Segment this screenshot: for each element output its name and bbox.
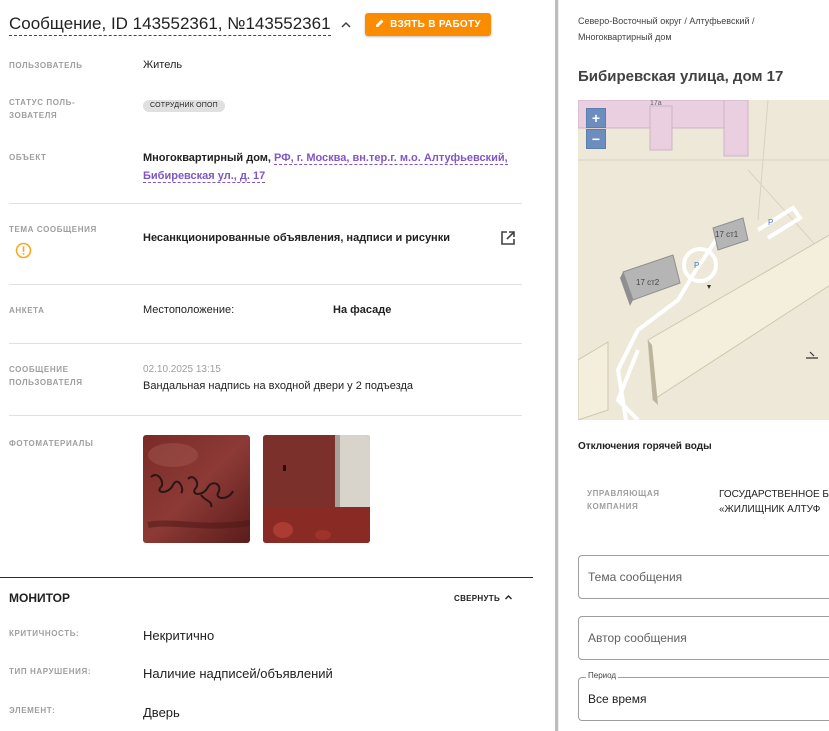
divider [9, 284, 522, 285]
object-label: ОБЪЕКТ [9, 153, 47, 162]
open-external-icon[interactable] [500, 230, 516, 246]
message-text: Вандальная надпись на входной двери у 2 … [143, 380, 413, 392]
management-company-value-line1: ГОСУДАРСТВЕННОЕ Б [719, 489, 829, 500]
period-value: Все время [588, 692, 647, 706]
message-label: СООБЩЕНИЕ ПОЛЬЗОВАТЕЛЯ [9, 363, 83, 389]
take-to-work-button[interactable]: ВЗЯТЬ В РАБОТУ [365, 13, 491, 36]
survey-label: АНКЕТА [9, 306, 45, 315]
breadcrumb: Северо-Восточный округ / Алтуфьевский / … [578, 13, 818, 45]
hot-water-outages-title: Отключения горячей воды [578, 441, 712, 452]
object-type: Многоквартирный дом, [143, 152, 275, 164]
map[interactable]: 17а 17 ст1 17 ст2 P P + − [578, 100, 829, 420]
element-label: ЭЛЕМЕНТ: [9, 706, 56, 715]
user-status-label-line2: ЗОВАТЕЛЯ [9, 111, 58, 120]
map-label-17st1: 17 ст1 [715, 230, 739, 239]
monitor-title: МОНИТОР [9, 591, 70, 605]
user-status-value: СОТРУДНИК ОПОП [143, 95, 225, 113]
period-select[interactable]: Все время [578, 677, 829, 721]
object-address-title: Бибиревская улица, дом 17 [578, 68, 784, 85]
object-panel: Северо-Восточный округ / Алтуфьевский / … [559, 0, 829, 731]
criticality-value: Некритично [143, 628, 215, 643]
photos-label: ФОТОМАТЕРИАЛЫ [9, 439, 94, 448]
object-address-link-2[interactable]: Бибиревская ул., д. 17 [143, 170, 266, 183]
take-to-work-label: ВЗЯТЬ В РАБОТУ [390, 19, 481, 30]
photo-thumbnail-2[interactable] [263, 435, 370, 543]
topic-value: Несанкционированные объявления, надписи … [143, 232, 450, 244]
pencil-icon [375, 18, 385, 31]
divider [9, 203, 522, 204]
divider [9, 415, 522, 416]
management-company-label-line1: УПРАВЛЯЮЩАЯ [587, 489, 660, 498]
breadcrumb-line2[interactable]: Многоквартирный дом [578, 29, 818, 45]
object-address-link-1[interactable]: РФ, г. Москва, вн.тер.г. м.о. Алтуфьевск… [274, 152, 508, 165]
object-value: Многоквартирный дом, РФ, г. Москва, вн.т… [143, 149, 513, 185]
user-status-label: СТАТУС ПОЛЬ- ЗОВАТЕЛЯ [9, 96, 75, 122]
status-badge: СОТРУДНИК ОПОП [143, 100, 225, 112]
violation-type-label: ТИП НАРУШЕНИЯ: [9, 667, 92, 676]
chevron-up-icon[interactable] [339, 18, 353, 32]
collapse-label: СВЕРНУТЬ [454, 594, 501, 603]
management-company-label: УПРАВЛЯЮЩАЯ КОМПАНИЯ [587, 487, 660, 513]
survey-key: Местоположение: [143, 304, 235, 316]
message-label-line2: ПОЛЬЗОВАТЕЛЯ [9, 378, 83, 387]
topic-label: ТЕМА СООБЩЕНИЯ [9, 225, 97, 234]
message-title[interactable]: Сообщение, ID 143552361, №143552361 [9, 14, 331, 36]
map-label-17st2: 17 ст2 [636, 278, 660, 287]
monitor-divider [0, 577, 533, 578]
survey-value: На фасаде [333, 304, 392, 316]
management-company-value-line2: «ЖИЛИЩНИК АЛТУФ [719, 504, 821, 515]
warning-icon [15, 242, 32, 259]
user-status-label-line1: СТАТУС ПОЛЬ- [9, 98, 76, 107]
parking-marker: P [768, 218, 773, 227]
user-value: Житель [143, 59, 183, 71]
divider [9, 343, 522, 344]
violation-type-value: Наличие надписей/объявлений [143, 666, 333, 681]
message-header: Сообщение, ID 143552361, №143552361 [9, 14, 353, 36]
management-company-value: ГОСУДАРСТВЕННОЕ Б «ЖИЛИЩНИК АЛТУФ [719, 487, 829, 517]
message-label-line1: СООБЩЕНИЕ [9, 365, 69, 374]
breadcrumb-line1[interactable]: Северо-Восточный округ / Алтуфьевский / [578, 13, 818, 29]
map-label-17a: 17а [650, 100, 662, 107]
element-value: Дверь [143, 705, 180, 720]
zoom-out-button[interactable]: − [586, 129, 606, 149]
message-panel: Сообщение, ID 143552361, №143552361 ВЗЯТ… [0, 0, 555, 731]
collapse-button[interactable]: СВЕРНУТЬ [454, 593, 513, 604]
user-label: ПОЛЬЗОВАТЕЛЬ [9, 61, 83, 70]
topic-filter-input[interactable] [578, 555, 829, 599]
criticality-label: КРИТИЧНОСТЬ: [9, 629, 80, 638]
parking-marker: P [694, 261, 699, 270]
photo-thumbnail-1[interactable] [143, 435, 250, 543]
author-filter-input[interactable] [578, 616, 829, 660]
chevron-up-icon [504, 593, 513, 604]
zoom-in-button[interactable]: + [586, 108, 606, 128]
period-label: Период [586, 671, 619, 680]
management-company-label-line2: КОМПАНИЯ [587, 502, 639, 511]
